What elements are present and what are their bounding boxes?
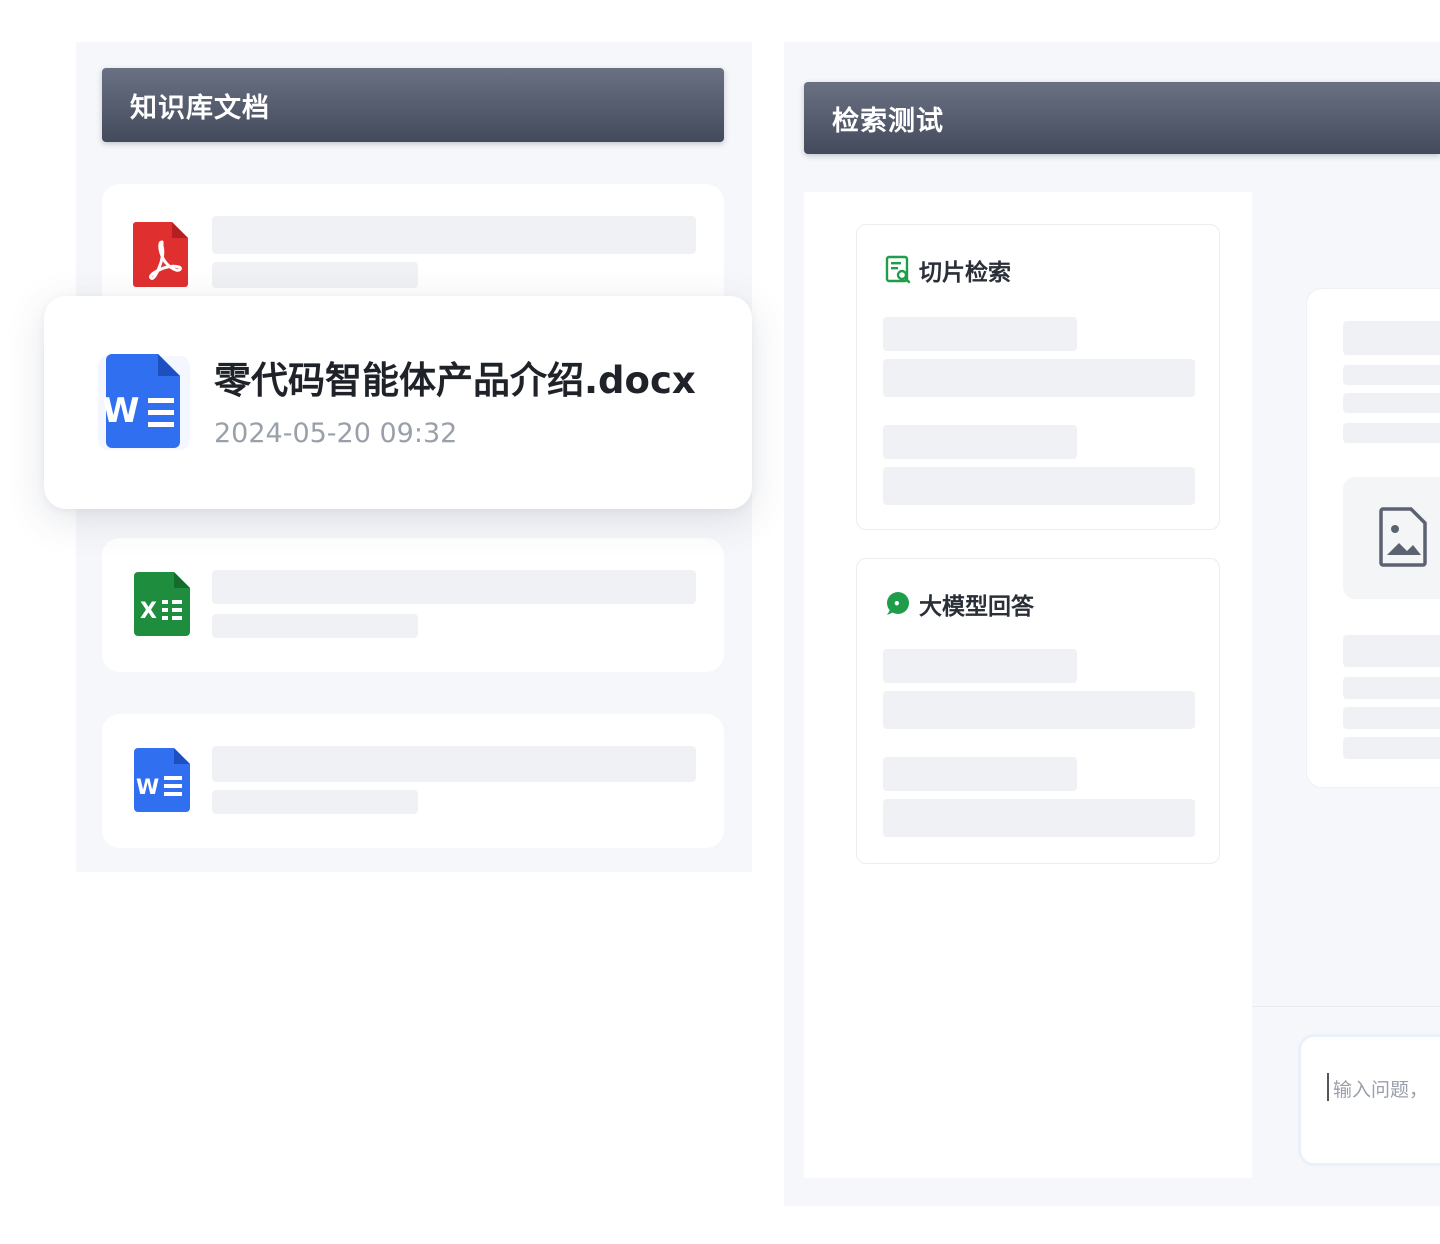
featured-doc-date: 2024-05-20 09:32 <box>214 418 458 449</box>
svg-text:•: • <box>893 597 901 611</box>
skeleton-line <box>1343 635 1440 667</box>
retrieval-test-header: 检索测试 <box>804 82 1440 154</box>
skeleton-line <box>883 359 1195 397</box>
svg-text:W: W <box>136 775 159 799</box>
knowledge-base-title: 知识库文档 <box>130 92 270 124</box>
word-icon: W <box>134 748 190 812</box>
skeleton-line <box>212 216 696 254</box>
document-search-icon <box>885 255 911 284</box>
image-placeholder <box>1343 477 1440 599</box>
skeleton-line <box>1343 737 1440 759</box>
skeleton-line <box>883 425 1077 459</box>
svg-text:W: W <box>102 391 140 431</box>
doc-item-word[interactable]: W <box>102 714 724 848</box>
skeleton-line <box>212 790 418 814</box>
skeleton-line <box>212 262 418 288</box>
llm-answer-card: • 大模型回答 <box>856 558 1220 864</box>
skeleton-line <box>883 467 1195 505</box>
skeleton-line <box>883 691 1195 729</box>
skeleton-line <box>212 614 418 638</box>
chat-bubble-icon: • <box>887 592 909 615</box>
input-divider <box>1252 1006 1440 1007</box>
skeleton-line <box>1343 393 1440 413</box>
image-icon <box>1379 507 1427 567</box>
skeleton-line <box>1343 423 1440 443</box>
excel-icon: X <box>134 572 190 636</box>
word-icon: W <box>98 354 190 450</box>
results-column: 切片检索 • 大模型回答 <box>804 192 1252 1178</box>
skeleton-line <box>212 746 696 782</box>
skeleton-line <box>883 317 1077 351</box>
question-input[interactable]: 输入问题， <box>1298 1034 1440 1166</box>
doc-item-featured[interactable]: W 零代码智能体产品介绍.docx 2024-05-20 09:32 <box>44 296 752 509</box>
skeleton-line <box>1343 365 1440 385</box>
skeleton-line <box>883 757 1077 791</box>
skeleton-line <box>883 649 1077 683</box>
retrieval-test-panel: 检索测试 切片检索 • 大模型回答 输入问题， <box>784 42 1440 1206</box>
featured-doc-name: 零代码智能体产品介绍.docx <box>214 359 696 402</box>
question-input-placeholder: 输入问题， <box>1333 1079 1429 1101</box>
skeleton-line <box>212 570 696 604</box>
llm-answer-title: 大模型回答 <box>919 594 1034 620</box>
pdf-icon <box>133 222 188 287</box>
chunk-search-title-row: 切片检索 <box>885 253 1011 287</box>
skeleton-line <box>883 799 1195 837</box>
text-cursor <box>1327 1073 1329 1101</box>
knowledge-base-header: 知识库文档 <box>102 68 724 142</box>
skeleton-line <box>1343 707 1440 729</box>
skeleton-line <box>1343 321 1440 355</box>
chunk-search-card: 切片检索 <box>856 224 1220 530</box>
skeleton-line <box>1343 677 1440 699</box>
chunk-search-title: 切片检索 <box>919 260 1011 286</box>
chat-message-card <box>1306 288 1440 788</box>
llm-answer-title-row: • 大模型回答 <box>885 587 1034 621</box>
doc-item-excel[interactable]: X <box>102 538 724 672</box>
retrieval-test-title: 检索测试 <box>832 105 944 137</box>
svg-text:X: X <box>140 599 157 624</box>
